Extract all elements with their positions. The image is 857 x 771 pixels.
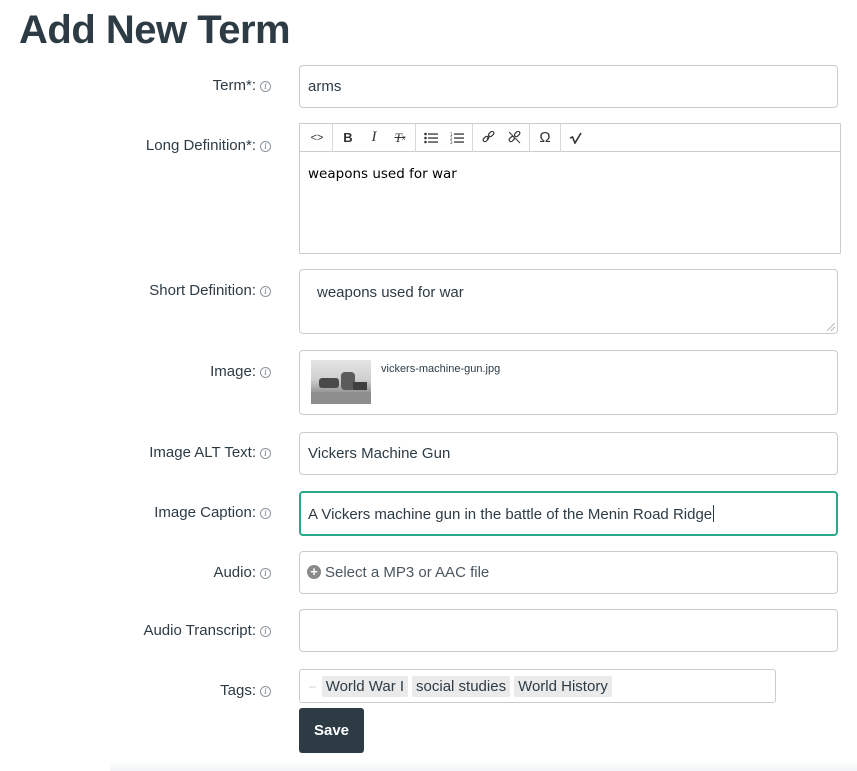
resize-handle[interactable] (827, 323, 835, 331)
tags-label: Tags: i (0, 682, 271, 699)
short-definition-label: Short Definition: i (0, 282, 271, 299)
audio-label: Audio: i (0, 564, 271, 581)
image-alt-input[interactable]: Vickers Machine Gun (299, 432, 838, 475)
tag-chip[interactable]: World History (514, 675, 612, 697)
italic-icon[interactable]: I (363, 127, 385, 149)
info-icon[interactable]: i (260, 568, 271, 579)
unlink-icon[interactable] (503, 127, 525, 149)
audio-transcript-label: Audio Transcript: i (0, 622, 271, 639)
image-caption-input[interactable]: A Vickers machine gun in the battle of t… (299, 491, 838, 536)
add-icon[interactable]: + (307, 565, 321, 579)
bottom-divider (110, 760, 857, 771)
term-input[interactable]: arms (299, 65, 838, 108)
math-equation-icon[interactable] (565, 127, 587, 149)
audio-transcript-input[interactable] (299, 609, 838, 652)
special-character-icon[interactable]: Ω (534, 127, 556, 149)
image-label: Image: i (0, 363, 271, 380)
info-icon[interactable]: i (260, 286, 271, 297)
info-icon[interactable]: i (260, 81, 271, 92)
tags-drag-icon: – (309, 679, 316, 693)
link-icon[interactable] (477, 127, 499, 149)
long-definition-editor: <> B I Tx 123 Ω weapons used for war (299, 123, 841, 254)
long-definition-content[interactable]: weapons used for war (300, 152, 840, 196)
svg-text:3: 3 (450, 140, 453, 144)
tags-input[interactable]: – World War I social studies World Histo… (299, 669, 776, 703)
short-definition-textarea[interactable]: weapons used for war (299, 269, 838, 334)
bullet-list-icon[interactable] (420, 127, 442, 149)
bold-icon[interactable]: B (337, 127, 359, 149)
tag-chip[interactable]: social studies (412, 675, 511, 697)
info-icon[interactable]: i (260, 448, 271, 459)
editor-toolbar: <> B I Tx 123 Ω (300, 123, 840, 152)
tag-chip[interactable]: World War I (321, 675, 409, 697)
image-alt-label: Image ALT Text: i (0, 444, 271, 461)
term-label: Term*: i (0, 77, 271, 94)
numbered-list-icon[interactable]: 123 (446, 127, 468, 149)
image-thumbnail[interactable] (311, 360, 371, 404)
text-caret (713, 505, 715, 522)
image-caption-label: Image Caption: i (0, 504, 271, 521)
clear-formatting-icon[interactable]: Tx (389, 127, 411, 149)
image-filename: vickers-machine-gun.jpg (381, 363, 501, 375)
info-icon[interactable]: i (260, 508, 271, 519)
info-icon[interactable]: i (260, 626, 271, 637)
audio-file-picker[interactable]: + Select a MP3 or AAC file (299, 551, 838, 594)
save-button[interactable]: Save (299, 708, 364, 753)
add-term-form: Term*: i arms Long Definition*: i <> B I T… (0, 0, 857, 771)
info-icon[interactable]: i (260, 367, 271, 378)
image-picker[interactable]: vickers-machine-gun.jpg (299, 350, 838, 415)
info-icon[interactable]: i (260, 141, 271, 152)
info-icon[interactable]: i (260, 686, 271, 697)
long-definition-label: Long Definition*: i (0, 137, 271, 154)
code-view-icon[interactable]: <> (306, 127, 328, 149)
